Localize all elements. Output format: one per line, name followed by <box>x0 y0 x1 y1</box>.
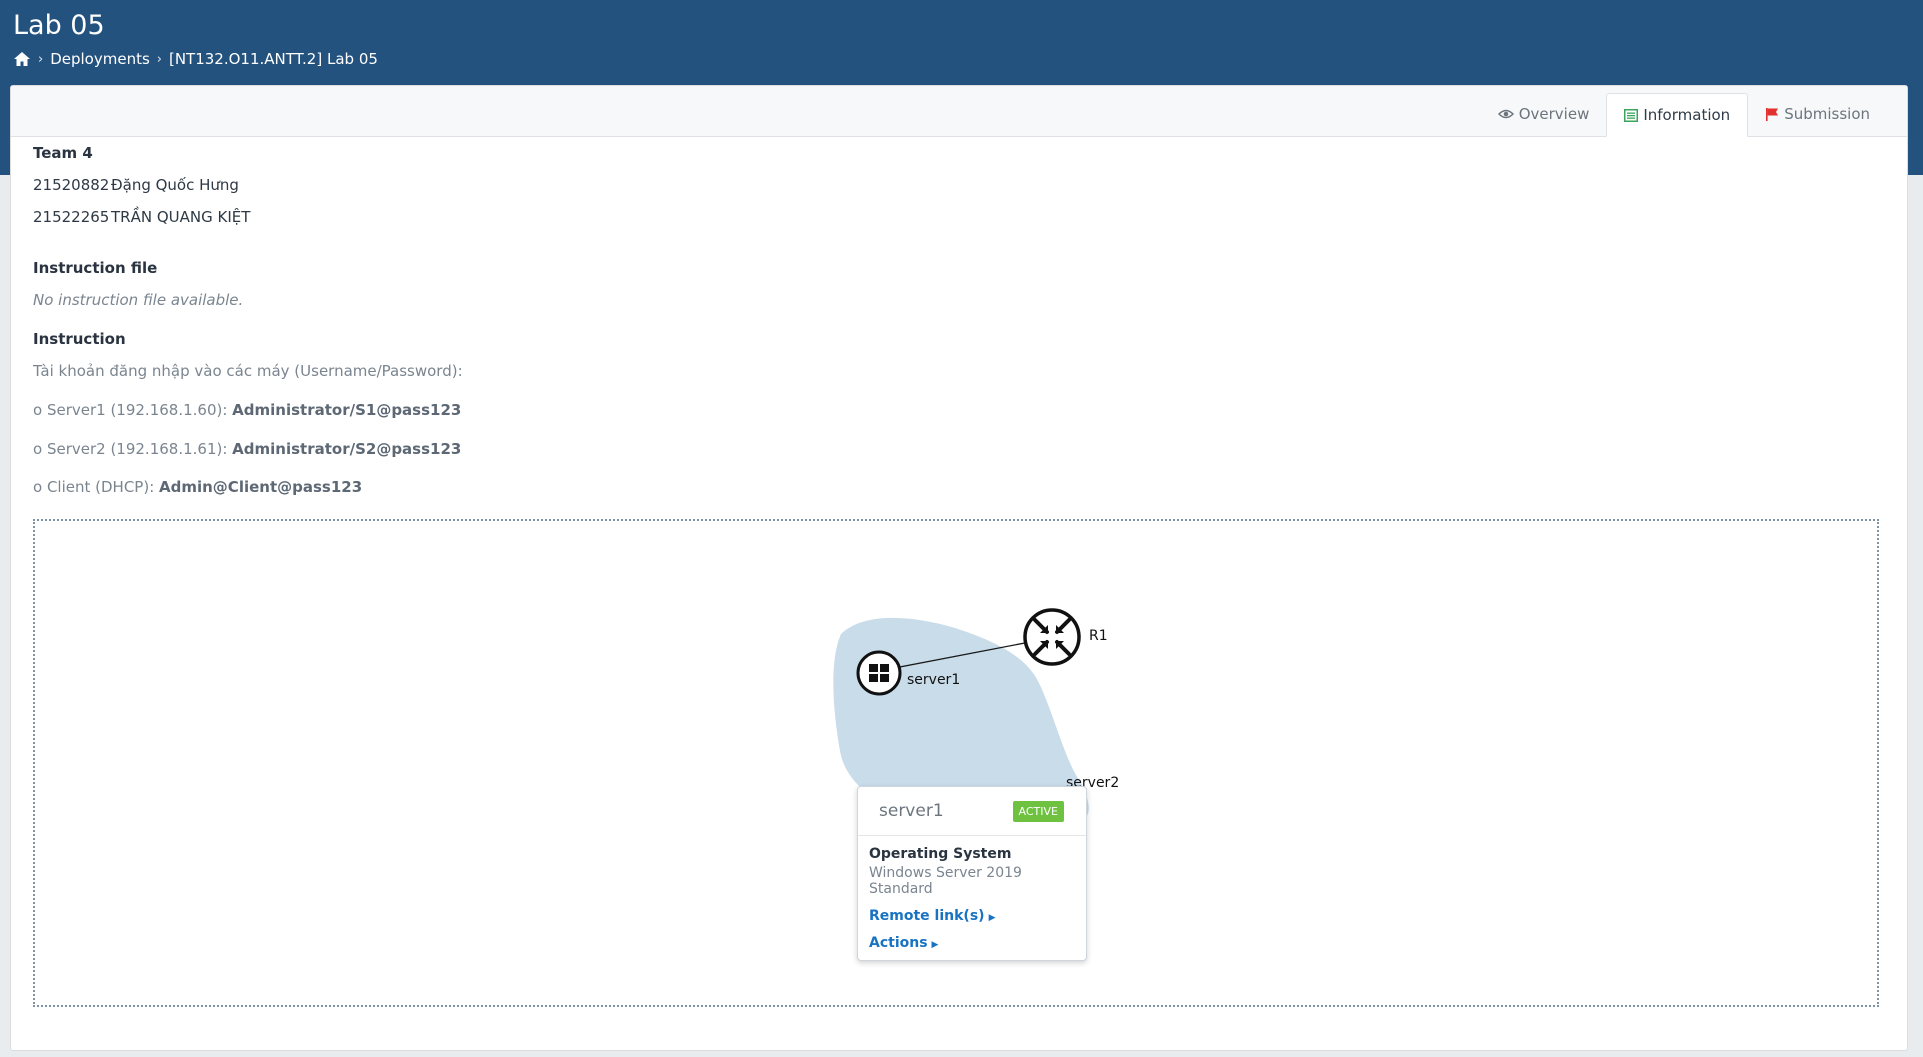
team-heading: Team 4 <box>33 144 93 162</box>
remote-links-label: Remote link(s) <box>869 908 985 924</box>
flag-icon <box>1766 108 1779 121</box>
member-name: Đặng Quốc Hưng <box>111 176 239 194</box>
instruction-line-value: Administrator/S2@pass123 <box>232 440 462 458</box>
instruction-line: o Server2 (192.168.1.61): Administrator/… <box>33 440 461 458</box>
instruction-line-value: Admin@Client@pass123 <box>159 478 363 496</box>
caret-right-icon: ▶ <box>988 913 996 923</box>
main-card: Overview Information Submission Team 4 2… <box>10 85 1908 1051</box>
tab-overview[interactable]: Overview <box>1481 93 1607 135</box>
eye-icon <box>1497 109 1514 119</box>
team-member: 21522265 TRẦN QUANG KIỆT <box>33 208 250 226</box>
remote-links-button[interactable]: Remote link(s) ▶ <box>869 908 1075 924</box>
actions-button[interactable]: Actions ▶ <box>869 935 1075 951</box>
os-label: Operating System <box>869 846 1012 862</box>
server1-node[interactable] <box>856 650 902 696</box>
tab-information-label: Information <box>1643 106 1731 124</box>
instruction-intro: Tài khoản đăng nhập vào các máy (Usernam… <box>33 362 463 380</box>
member-name: TRẦN QUANG KIỆT <box>111 208 251 226</box>
instruction-heading: Instruction <box>33 330 126 348</box>
instruction-file-empty: No instruction file available. <box>33 291 244 309</box>
home-icon[interactable] <box>13 51 31 67</box>
breadcrumb: › Deployments › [NT132.O11.ANTT.2] Lab 0… <box>13 50 378 68</box>
chevron-right-icon: › <box>156 51 162 67</box>
instruction-line-label: o Client (DHCP): <box>33 478 160 496</box>
tab-information[interactable]: Information <box>1606 93 1749 137</box>
team-member: 21520882 Đặng Quốc Hưng <box>33 176 239 194</box>
router-node-label: R1 <box>1089 628 1108 644</box>
node-popup: server1 ACTIVE Operating System Windows … <box>857 786 1087 961</box>
member-id: 21520882 <box>33 176 110 194</box>
instruction-file-heading: Instruction file <box>33 259 158 277</box>
tab-bar: Overview Information Submission <box>11 86 1907 137</box>
router-node[interactable] <box>1023 608 1081 666</box>
tab-overview-label: Overview <box>1518 105 1590 123</box>
breadcrumb-current[interactable]: [NT132.O11.ANTT.2] Lab 05 <box>169 50 378 68</box>
instruction-line: o Client (DHCP): Admin@Client@pass123 <box>33 478 362 496</box>
status-badge: ACTIVE <box>1012 800 1064 822</box>
list-icon <box>1624 108 1639 122</box>
tab-submission-label: Submission <box>1784 105 1870 123</box>
breadcrumb-deployments[interactable]: Deployments <box>50 50 150 68</box>
os-value: Windows Server 2019 Standard <box>869 865 1022 897</box>
instruction-line: o Server1 (192.168.1.60): Administrator/… <box>33 401 461 419</box>
member-id: 21522265 <box>33 208 110 226</box>
instruction-line-label: o Server2 (192.168.1.61): <box>33 440 233 458</box>
caret-right-icon: ▶ <box>931 940 939 950</box>
instruction-line-value: Administrator/S1@pass123 <box>232 401 462 419</box>
chevron-right-icon: › <box>38 51 44 67</box>
page-title: Lab 05 <box>13 10 105 41</box>
instruction-line-label: o Server1 (192.168.1.60): <box>33 401 233 419</box>
tab-submission[interactable]: Submission <box>1748 93 1887 135</box>
popup-node-name: server1 <box>879 801 944 821</box>
actions-label: Actions <box>869 935 928 951</box>
server1-node-label: server1 <box>907 672 960 688</box>
